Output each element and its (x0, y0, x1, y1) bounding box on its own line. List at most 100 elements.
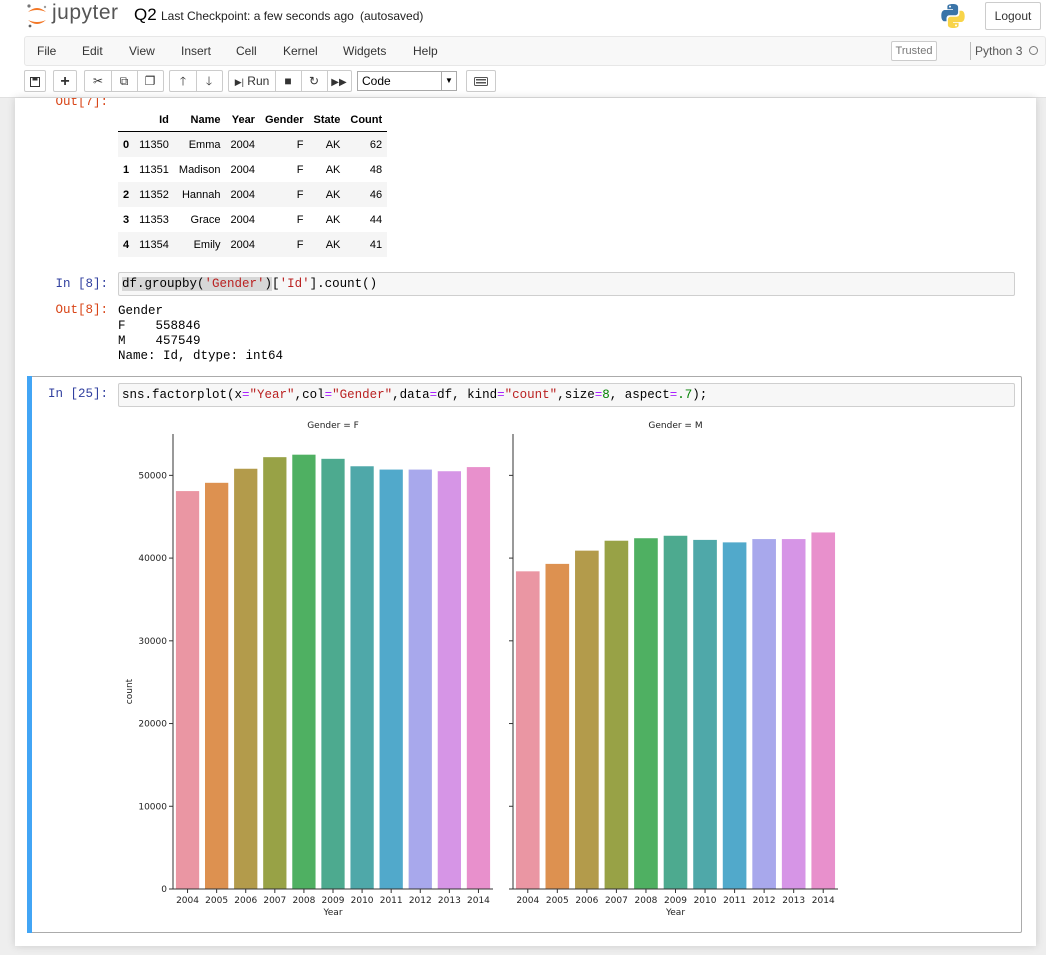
table-cell: Hannah (181, 188, 221, 201)
bar (663, 535, 688, 889)
notebook-name[interactable]: Q2 (134, 5, 157, 25)
bar (545, 563, 570, 889)
notebook-container[interactable]: Out[7]: Id Name Year Gender State Count … (15, 98, 1036, 946)
y-axis-label: count (125, 678, 135, 704)
save-button[interactable] (24, 70, 46, 92)
table-cell: 11350 (139, 138, 169, 151)
kernel-separator (970, 42, 971, 60)
kernel-idle-icon (1029, 46, 1038, 55)
x-tick-label: 2012 (409, 896, 432, 906)
bar (575, 550, 599, 889)
restart-icon: ↻ (308, 74, 320, 88)
toolbar: + ✂ ⧉ ❐ 🡑 🡓 ▶| Run ■ ↻ ▶▶ Code ▼ (24, 70, 1044, 94)
table-cell: Madison (178, 163, 221, 176)
kernel-name[interactable]: Python 3 (975, 44, 1022, 58)
run-button[interactable]: ▶| Run (229, 71, 276, 91)
column-header: Id (134, 108, 174, 132)
bar (604, 540, 629, 889)
header-top-row: jupyter Q2 Last Checkpoint: a few second… (0, 0, 1046, 34)
step-forward-icon: ▶| (234, 77, 244, 87)
arrow-down-icon: 🡓 (205, 74, 213, 88)
table-cell: F (296, 188, 304, 201)
logout-button[interactable]: Logout (985, 2, 1041, 30)
table-cell: AK (325, 138, 341, 151)
menu-help[interactable]: Help (413, 44, 438, 58)
stop-icon: ■ (284, 74, 292, 88)
menu-cell[interactable]: Cell (236, 44, 257, 58)
table-cell: 11354 (139, 238, 169, 251)
menu-file[interactable]: File (37, 44, 56, 58)
bar (350, 466, 374, 889)
x-tick-label: 2011 (723, 896, 746, 906)
command-palette-button[interactable] (466, 70, 496, 92)
copy-button[interactable]: ⧉ (111, 71, 138, 91)
move-up-button[interactable]: 🡑 (170, 71, 197, 91)
menu-edit[interactable]: Edit (82, 44, 103, 58)
table-row: 0 11350 Emma 2004 F AK 62 (118, 131, 388, 157)
row-index: 2 (123, 188, 130, 201)
autosave-status: (autosaved) (360, 9, 424, 23)
bar (205, 482, 229, 889)
code-token: = (324, 388, 333, 402)
run-all-button[interactable]: ▶▶ (327, 71, 351, 91)
table-cell: Emma (188, 138, 221, 151)
jupyter-logo-icon[interactable] (26, 3, 48, 29)
insert-cell-button[interactable]: + (53, 70, 77, 92)
in25-prompt: In [25]: (47, 387, 108, 401)
code-token: = (497, 388, 505, 402)
code-cell-in8[interactable]: df.groupby('Gender')['Id'].count() (118, 272, 1015, 296)
code-token: 8 (602, 388, 610, 402)
row-index: 3 (123, 213, 130, 226)
x-tick-label: 2009 (322, 896, 345, 906)
y-tick-label: 50000 (138, 471, 167, 481)
dropdown-arrow-icon: ▼ (441, 72, 456, 90)
bar (263, 457, 287, 889)
out7-prompt: Out[7]: (55, 98, 108, 109)
x-tick-label: 2011 (380, 896, 403, 906)
row-index: 1 (123, 163, 130, 176)
cut-button[interactable]: ✂ (85, 71, 112, 91)
row-index: 0 (123, 138, 130, 151)
code-cell-in25[interactable]: sns.factorplot(x="Year",col="Gender",dat… (118, 383, 1015, 407)
menu-kernel[interactable]: Kernel (283, 44, 318, 58)
x-tick-label: 2008 (292, 896, 315, 906)
table-row: 2 11352 Hannah 2004 F AK 46 (118, 182, 388, 207)
table-cell: F (296, 163, 304, 176)
bar (175, 491, 200, 889)
paste-button[interactable]: ❐ (137, 71, 163, 91)
restart-button[interactable]: ↻ (301, 71, 328, 91)
code-token: df.groupby( (122, 277, 205, 291)
code-token: .7 (677, 388, 693, 402)
bar (693, 539, 717, 889)
keyboard-icon (474, 77, 488, 86)
cell-type-select[interactable]: Code ▼ (357, 71, 457, 91)
output-line: Name: Id, dtype: int64 (118, 349, 284, 363)
table-cell: 11351 (139, 163, 169, 176)
y-tick-label: 10000 (138, 802, 167, 812)
trusted-indicator[interactable]: Trusted (891, 41, 937, 61)
code-token: "Gender" (332, 388, 393, 402)
code-editor-in8[interactable]: df.groupby('Gender')['Id'].count() (122, 277, 377, 291)
table-row: 3 11353 Grace 2004 F AK 44 (118, 207, 387, 232)
y-tick-label: 30000 (138, 637, 167, 647)
move-down-button[interactable]: 🡓 (196, 71, 222, 91)
selected-cell-indicator (27, 376, 32, 933)
move-button-group: 🡑 🡓 (169, 70, 223, 92)
code-token: 'Id' (279, 277, 310, 291)
jupyter-wordmark[interactable]: jupyter (52, 1, 119, 25)
scissors-icon: ✂ (92, 74, 104, 88)
table-cell: AK (325, 213, 341, 226)
menu-insert[interactable]: Insert (181, 44, 211, 58)
table-cell: 2004 (230, 188, 255, 201)
menu-view[interactable]: View (129, 44, 155, 58)
code-token: ) (264, 277, 273, 291)
code-token: = (242, 388, 250, 402)
in8-prompt: In [8]: (55, 277, 108, 291)
code-editor-in25[interactable]: sns.factorplot(x="Year",col="Gender",dat… (122, 388, 707, 402)
interrupt-button[interactable]: ■ (275, 71, 302, 91)
table-row: 4 11354 Emily 2004 F AK 41 (118, 232, 388, 257)
x-tick-label: 2004 (516, 896, 539, 906)
x-tick-label: 2007 (263, 896, 286, 906)
menu-widgets[interactable]: Widgets (343, 44, 386, 58)
code-token: "count" (504, 388, 558, 402)
